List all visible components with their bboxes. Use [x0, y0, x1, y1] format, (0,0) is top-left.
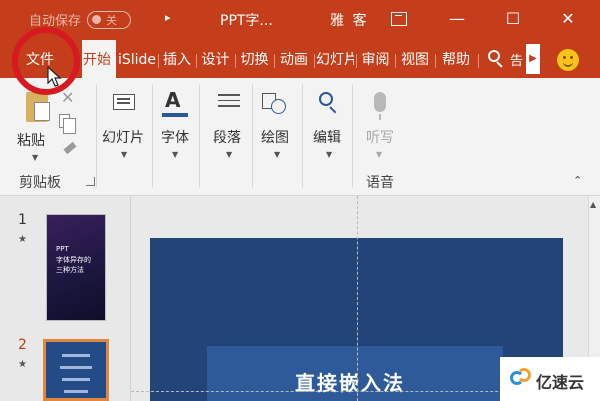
paragraph-button[interactable]: 段落	[213, 127, 241, 147]
cut-icon[interactable]: ✕	[61, 88, 74, 107]
slides-dropdown-icon[interactable]: ▼	[121, 150, 127, 159]
tab-animations[interactable]: 动画	[275, 40, 313, 78]
tell-me-input[interactable]: 告	[510, 50, 523, 69]
font-icon[interactable]: A	[165, 88, 180, 112]
watermark-text: 亿速云	[536, 373, 585, 392]
clipboard-launcher-icon[interactable]	[86, 177, 95, 186]
autosave-toggle[interactable]: 关	[87, 10, 132, 29]
tab-home[interactable]: 开始	[82, 40, 116, 78]
highlight-circle	[12, 27, 80, 95]
tab-view[interactable]: 视图	[396, 40, 434, 78]
feedback-smiley-icon[interactable]	[557, 49, 579, 71]
font-color-bar	[162, 113, 188, 117]
paragraph-icon[interactable]	[218, 94, 240, 110]
editing-dropdown-icon[interactable]: ▼	[326, 150, 332, 159]
tab-design[interactable]: 设计	[197, 40, 234, 78]
slide-1-star-icon: ★	[18, 234, 27, 245]
ribbon-separator	[352, 84, 353, 188]
new-slide-icon[interactable]	[113, 94, 135, 110]
editing-button[interactable]: 编辑	[313, 127, 341, 147]
tabs-scroll-right-icon[interactable]: ▶	[526, 44, 540, 74]
ribbon-separator	[252, 84, 253, 188]
microphone-icon[interactable]	[374, 92, 386, 120]
ribbon-tabs: 文件 开始 iSlide 插入 设计 切换 动画 幻灯片 审阅 视图 帮助 告	[0, 40, 600, 78]
tab-slideshow[interactable]: 幻灯片	[316, 40, 354, 78]
tab-separator	[478, 54, 479, 68]
editing-search-icon[interactable]	[316, 91, 340, 115]
maximize-button[interactable]: ☐	[501, 8, 525, 30]
thumb-title-line: 字体异存的	[56, 256, 91, 264]
ribbon-display-options-icon[interactable]	[391, 12, 407, 26]
tab-transitions[interactable]: 切换	[236, 40, 273, 78]
dictate-button[interactable]: 听写	[366, 127, 394, 147]
drawing-button[interactable]: 绘图	[261, 127, 289, 147]
mouse-cursor-icon	[47, 66, 62, 87]
drawing-dropdown-icon[interactable]: ▼	[274, 150, 280, 159]
close-button[interactable]: ✕	[556, 8, 580, 30]
paste-button[interactable]: 粘贴	[17, 130, 45, 150]
document-title: PPT字...	[220, 13, 273, 29]
font-dropdown-icon[interactable]: ▼	[172, 150, 178, 159]
paragraph-dropdown-icon[interactable]: ▼	[226, 150, 232, 159]
tab-review[interactable]: 审阅	[357, 40, 394, 78]
voice-group-label: 语音	[366, 175, 394, 191]
autosave-label: 自动保存	[29, 14, 82, 29]
font-button[interactable]: 字体	[161, 127, 189, 147]
tab-help[interactable]: 帮助	[436, 40, 476, 78]
title-bar: 自动保存 关 ▸ PPT字... 雅 客 — ☐ ✕	[0, 0, 600, 40]
ribbon-separator	[96, 84, 97, 188]
vertical-guide	[357, 196, 358, 401]
search-icon[interactable]	[486, 49, 506, 69]
thumb-text-line	[62, 354, 90, 357]
drawing-icon[interactable]	[262, 91, 288, 115]
ribbon-separator	[302, 84, 303, 188]
slide-1-number: 1	[18, 212, 27, 228]
autosave-state: 关	[106, 13, 118, 27]
scroll-up-icon[interactable]: ▲	[590, 200, 596, 209]
thumb-text-line	[62, 378, 90, 381]
paste-dropdown-icon[interactable]: ▼	[32, 153, 38, 162]
quick-access-more-icon[interactable]: ▸	[165, 11, 171, 24]
minimize-button[interactable]: —	[445, 8, 469, 30]
slides-button[interactable]: 幻灯片	[102, 127, 144, 147]
watermark-logo-icon	[510, 367, 532, 387]
tab-islide[interactable]: iSlide	[117, 40, 157, 78]
thumb-title-line: 三种方法	[56, 266, 84, 274]
tab-separator	[314, 54, 315, 68]
slide-2-thumbnail[interactable]	[43, 339, 109, 401]
thumb-text-line	[60, 366, 92, 369]
collapse-ribbon-icon[interactable]: ⌃	[573, 174, 582, 187]
clipboard-group-label: 剪贴板	[19, 175, 61, 191]
ribbon-separator	[199, 84, 200, 188]
slide-2-star-icon: ★	[18, 359, 27, 370]
thumb-title-line: PPT	[56, 245, 69, 253]
ribbon-separator	[152, 84, 153, 188]
copy-icon[interactable]	[59, 114, 76, 134]
tab-insert[interactable]: 插入	[159, 40, 195, 78]
slide-2-number: 2	[18, 337, 27, 353]
paste-icon[interactable]	[26, 92, 50, 122]
user-name[interactable]: 雅 客	[330, 10, 368, 30]
dictate-dropdown-icon[interactable]: ▼	[376, 150, 382, 159]
toggle-knob	[92, 15, 102, 24]
thumb-text-line	[64, 390, 88, 393]
slide-1-thumbnail[interactable]: PPT 字体异存的 三种方法	[46, 214, 106, 321]
